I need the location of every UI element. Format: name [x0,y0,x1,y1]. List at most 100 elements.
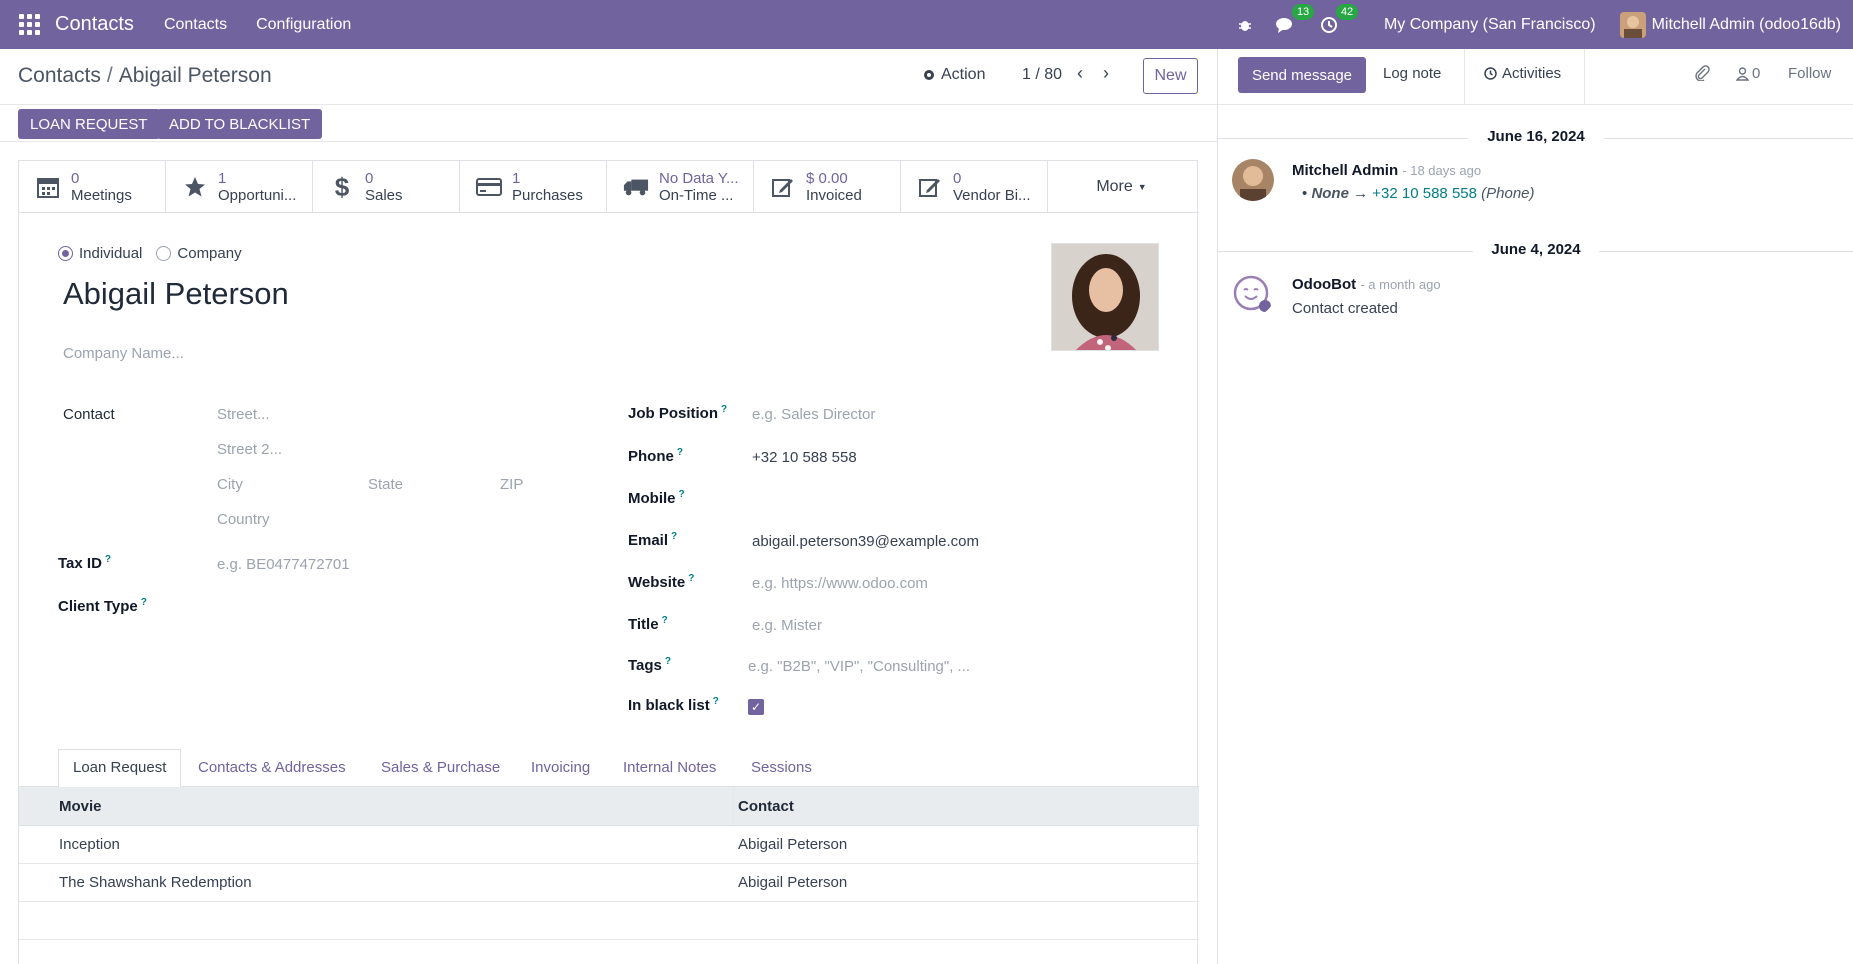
city-field[interactable]: City [217,476,243,493]
column-movie[interactable]: Movie [59,798,102,815]
stat-on-time[interactable]: No Data Y... On-Time ... [607,161,754,213]
company-type-radio: Individual Company [58,245,242,262]
email-label-text: Email [628,532,669,549]
followers-button[interactable]: 0 [1736,65,1760,82]
help-icon[interactable]: ? [105,554,111,565]
stat-invoiced-label: Invoiced [806,187,862,204]
breadcrumb-current: Abigail Peterson [118,64,272,87]
stat-meetings[interactable]: 0 Meetings [19,161,166,213]
mobile-label: Mobile? [628,489,685,507]
odoobot-avatar[interactable] [1232,274,1274,316]
title-field[interactable]: e.g. Mister [752,617,822,634]
apps-menu-icon[interactable] [19,13,41,36]
breadcrumb: Contacts / Abigail Peterson [18,64,272,88]
credit-card-icon [476,174,502,200]
tab-sales-purchase[interactable]: Sales & Purchase [381,759,500,776]
partner-photo[interactable] [1051,243,1159,351]
radio-company-label: Company [177,245,242,262]
help-icon[interactable]: ? [679,489,685,500]
user-icon [1736,66,1749,81]
help-icon[interactable]: ? [721,404,727,415]
mitchell-avatar[interactable] [1232,159,1274,201]
street2-field[interactable]: Street 2... [217,441,282,458]
help-icon[interactable]: ? [662,615,668,626]
help-icon[interactable]: ? [671,531,677,542]
table-row[interactable]: Inception Abigail Peterson [19,826,1199,864]
stat-invoiced[interactable]: $ 0.00 Invoiced [754,161,901,213]
user-avatar[interactable] [1619,11,1646,38]
pager-value[interactable]: 1 / 80 [1022,66,1062,84]
bug-icon[interactable] [1238,18,1252,32]
pager-next-icon[interactable]: › [1103,63,1109,84]
tags-field[interactable]: e.g. "B2B", "VIP", "Consulting", ... [748,658,970,675]
help-icon[interactable]: ? [688,573,694,584]
job-position-field[interactable]: e.g. Sales Director [752,406,875,423]
company-name-field[interactable]: Company Name... [63,345,184,362]
tax-id-field[interactable]: e.g. BE0477472701 [217,556,350,573]
blacklist-checkbox[interactable]: ✓ [748,699,764,715]
notebook-tabs: Loan Request Contacts & Addresses Sales … [19,749,1199,788]
activities-button[interactable]: Activities [1484,65,1561,82]
breadcrumb-parent[interactable]: Contacts [18,64,101,87]
message-time: - a month ago [1360,277,1441,292]
pager-previous-icon[interactable]: ‹ [1077,63,1083,84]
help-icon[interactable]: ? [141,597,147,608]
log-note-button[interactable]: Log note [1383,65,1441,82]
radio-company[interactable]: Company [156,245,242,262]
follow-button[interactable]: Follow [1788,65,1831,82]
date-separator-line [1599,251,1853,252]
tab-contacts-addresses[interactable]: Contacts & Addresses [198,759,346,776]
message-author[interactable]: Mitchell Admin - 18 days ago [1292,162,1481,179]
column-divider[interactable] [733,787,734,825]
message-author[interactable]: OdooBot - a month ago [1292,276,1441,293]
help-icon[interactable]: ? [677,447,683,458]
breadcrumb-separator: / [106,64,113,87]
tab-loan-request[interactable]: Loan Request [58,749,182,788]
stat-purchases[interactable]: 1 Purchases [460,161,607,213]
activities-icon[interactable]: 42 [1320,3,1359,34]
table-row[interactable]: The Shawshank Redemption Abigail Peterso… [19,864,1199,902]
menu-configuration[interactable]: Configuration [256,16,351,34]
radio-dot-unchecked[interactable] [156,246,172,261]
user-menu[interactable]: Mitchell Admin (odoo16db) [1652,16,1841,34]
stat-sales[interactable]: $ 0 Sales [313,161,460,213]
radio-individual[interactable]: Individual [58,245,142,262]
title-label-text: Title [628,616,659,633]
country-field[interactable]: Country [217,511,270,528]
radio-dot-checked[interactable] [58,246,73,261]
help-icon[interactable]: ? [665,656,671,667]
phone-field[interactable]: +32 10 588 558 [752,449,857,466]
company-switcher[interactable]: My Company (San Francisco) [1384,16,1596,34]
email-field[interactable]: abigail.peterson39@example.com [752,533,979,550]
stat-opportunities[interactable]: 1 Opportuni... [166,161,313,213]
tax-id-label-text: Tax ID [58,555,102,572]
tax-id-label: Tax ID? [58,554,111,572]
blacklist-label: In black list? [628,696,719,714]
tab-invoicing[interactable]: Invoicing [531,759,590,776]
action-menu-button[interactable]: Action [922,66,985,84]
star-icon [182,174,208,200]
tab-internal-notes[interactable]: Internal Notes [623,759,716,776]
menu-contacts[interactable]: Contacts [164,16,227,34]
chatter-topbar: Send message Log note Activities 0 Follo… [1218,49,1853,105]
add-to-blacklist-button[interactable]: ADD TO BLACKLIST [157,109,323,139]
send-message-button[interactable]: Send message [1238,57,1366,93]
street-field[interactable]: Street... [217,406,270,423]
messages-icon[interactable]: 13 [1275,3,1315,34]
stat-vendor-bills[interactable]: 0 Vendor Bi... [901,161,1048,213]
new-button[interactable]: New [1143,58,1198,94]
column-contact[interactable]: Contact [738,798,794,815]
help-icon[interactable]: ? [713,696,719,707]
website-field[interactable]: e.g. https://www.odoo.com [752,575,928,592]
stat-more-button[interactable]: More ▼ [1048,161,1195,213]
tab-sessions[interactable]: Sessions [751,759,812,776]
app-brand[interactable]: Contacts [55,13,134,36]
partner-name-field[interactable]: Abigail Peterson [63,276,289,312]
message-body: Contact created [1292,300,1398,317]
chatter-panel: Send message Log note Activities 0 Follo… [1217,49,1853,964]
state-field[interactable]: State [368,476,403,493]
loan-request-button[interactable]: LOAN REQUEST [18,109,160,139]
zip-field[interactable]: ZIP [500,476,523,493]
messages-badge: 13 [1291,3,1315,20]
paperclip-icon[interactable] [1694,65,1710,81]
